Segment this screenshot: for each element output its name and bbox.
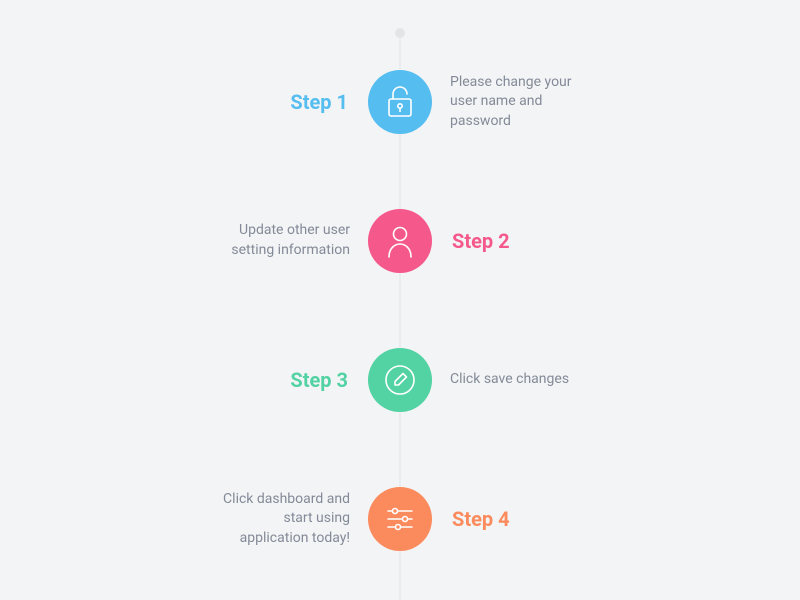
step-3-label: Step 3 xyxy=(198,368,368,392)
step-2-icon-circle xyxy=(368,209,432,273)
sliders-icon xyxy=(384,504,416,534)
step-2: Update other user setting information St… xyxy=(0,209,800,273)
step-1-label: Step 1 xyxy=(198,90,368,114)
step-3-icon-circle xyxy=(368,348,432,412)
step-4-description: Click dashboard and start using applicat… xyxy=(198,490,368,549)
edit-icon xyxy=(382,362,418,398)
steps-container: Step 1 Please change your user name and … xyxy=(0,0,800,551)
lock-open-icon xyxy=(385,85,415,119)
step-2-description: Update other user setting information xyxy=(198,221,368,260)
step-4-icon-circle xyxy=(368,487,432,551)
step-1-description: Please change your user name and passwor… xyxy=(432,73,602,132)
user-icon xyxy=(386,224,414,258)
step-3: Step 3 Click save changes xyxy=(0,348,800,412)
step-2-label: Step 2 xyxy=(432,229,602,253)
step-1-icon-circle xyxy=(368,70,432,134)
step-4-label: Step 4 xyxy=(432,507,602,531)
step-1: Step 1 Please change your user name and … xyxy=(0,70,800,134)
step-3-description: Click save changes xyxy=(432,370,602,390)
step-4: Click dashboard and start using applicat… xyxy=(0,487,800,551)
